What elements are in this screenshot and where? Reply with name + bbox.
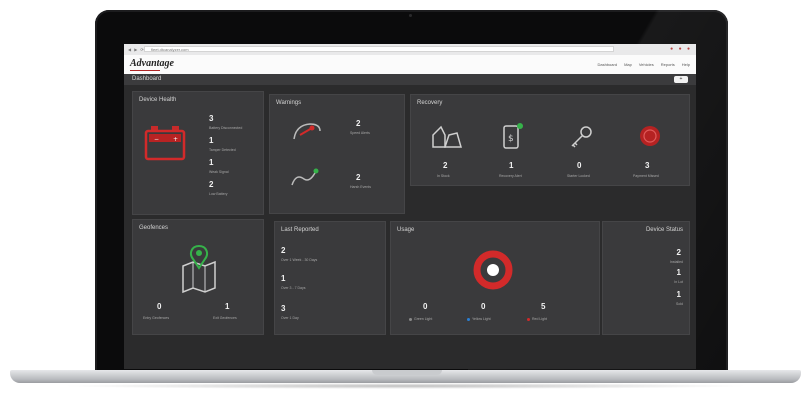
nav-item[interactable]: Vehicles	[639, 62, 654, 67]
count-value: 0	[423, 302, 428, 311]
count-label: In Stock	[437, 174, 450, 178]
panel-title: Warnings	[276, 100, 302, 106]
count-label: In Lot	[674, 280, 683, 284]
legend-label: Yellow Light	[472, 317, 491, 321]
speedometer-icon	[293, 123, 321, 140]
count-value: 1	[209, 158, 214, 167]
nav-item[interactable]: Dashboard	[597, 62, 617, 67]
page-header: Dashboard +	[124, 74, 696, 85]
legend-item: Green Light	[409, 317, 432, 321]
top-nav: Dashboard Map Vehicles Reports Help	[597, 62, 690, 67]
count-label: Battery Disconnected	[209, 126, 243, 130]
count-value: 2	[281, 246, 286, 255]
key-icon	[571, 126, 592, 148]
laptop-notch	[372, 370, 442, 375]
car-battery-icon: − +	[144, 126, 186, 161]
recovery-panel[interactable]: Recovery $ 2 In Stock 1 Recovery Alert 0…	[410, 94, 690, 186]
panel-title: Device Status	[645, 227, 683, 233]
count-label: Low Battery	[209, 192, 228, 196]
browser-nav-icon[interactable]: ◀ ▶ ⟳	[128, 47, 145, 52]
legend-item: Red Light	[527, 317, 547, 321]
count-value: 2	[676, 248, 681, 257]
count-value: 1	[225, 302, 230, 311]
address-bar[interactable]: fleet.dtcanalyzer.com	[144, 46, 614, 52]
phone-alert-icon: $	[503, 123, 523, 149]
count-value: 2	[443, 161, 448, 170]
count-label: Sold	[675, 302, 683, 306]
count-label: Harsh Events	[350, 185, 372, 189]
count-value: 3	[645, 161, 650, 170]
logo-underline	[130, 70, 160, 71]
count-value: 0	[157, 302, 162, 311]
device-status-panel[interactable]: Device Status 2 Installed 1 In Lot 1 Sol…	[602, 221, 690, 335]
legend-swatch	[409, 317, 412, 321]
usage-donut-chart	[473, 250, 513, 290]
count-value: 0	[481, 302, 486, 311]
legend-swatch	[467, 317, 470, 321]
map-pin-icon	[182, 244, 216, 294]
app-header: Advantage Dashboard Map Vehicles Reports…	[124, 55, 696, 74]
count-value: 1	[676, 290, 681, 299]
usage-divider	[386, 221, 390, 335]
count-label: Recovery Alert	[499, 174, 522, 178]
count-value: 1	[281, 274, 286, 283]
svg-text:$: $	[508, 134, 514, 144]
panel-title: Geofences	[139, 225, 169, 231]
legend-swatch	[527, 317, 530, 321]
count-value: 1	[676, 268, 681, 277]
count-label: Entry Geofences	[143, 316, 170, 320]
count-label: Speed Alerts	[350, 131, 370, 135]
camera	[409, 14, 412, 17]
count-label: Weak Signal	[209, 170, 229, 174]
count-label: Over 1 Week - 30 Days	[281, 258, 318, 262]
last-reported-panel[interactable]: Last Reported 2 Over 1 Week - 30 Days 1 …	[274, 221, 386, 335]
count-value: 2	[356, 119, 361, 128]
usage-panel[interactable]: Usage 0 0 5 Green Light Yellow Light Red…	[390, 221, 600, 335]
count-label: Over 3 - 7 Days	[281, 286, 306, 290]
window-controls-icon[interactable]: ● ● ●	[670, 46, 692, 52]
count-value: 2	[209, 180, 214, 189]
geofences-panel[interactable]: Geofences 0 Entry Geofences 1 Exit Geofe…	[132, 219, 264, 335]
page-title: Dashboard	[132, 76, 162, 82]
legend-label: Red Light	[532, 317, 547, 321]
warnings-panel[interactable]: Warnings 2 Speed Alerts 2 Harsh Events	[269, 94, 405, 214]
nav-item[interactable]: Map	[624, 62, 632, 67]
panel-title: Device Health	[139, 97, 177, 103]
count-value: 5	[541, 302, 546, 311]
add-button[interactable]: +	[674, 76, 688, 83]
count-label: Exit Geofences	[213, 316, 237, 320]
laptop-screen: ◀ ▶ ⟳ fleet.dtcanalyzer.com ● ● ● Advant…	[124, 44, 696, 369]
brand-logo[interactable]: Advantage	[130, 58, 174, 71]
nav-item[interactable]: Reports	[661, 62, 675, 67]
payment-missed-icon	[640, 126, 660, 146]
legend-label: Green Light	[414, 317, 433, 321]
panel-title: Last Reported	[281, 227, 319, 233]
brand-logo-text: Advantage	[130, 58, 174, 69]
count-value: 2	[356, 173, 361, 182]
panel-title: Usage	[397, 227, 415, 233]
legend-item: Yellow Light	[467, 317, 491, 321]
svg-text:+: +	[173, 136, 178, 143]
count-value: 1	[509, 161, 514, 170]
count-value: 3	[209, 114, 214, 123]
count-label: Over 1 Day	[281, 316, 299, 320]
laptop-shadow	[60, 383, 751, 389]
harsh-event-icon	[291, 168, 319, 186]
tow-truck-icon	[432, 125, 462, 148]
count-value: 1	[209, 136, 214, 145]
count-label: Payment Missed	[633, 174, 659, 178]
svg-text:−: −	[154, 136, 159, 143]
panel-title: Recovery	[417, 100, 443, 106]
count-label: Tamper Detected	[209, 148, 236, 152]
count-value: 3	[281, 304, 286, 313]
count-label: Installed	[669, 260, 683, 264]
count-label: Starter Locked	[567, 174, 590, 178]
count-value: 0	[577, 161, 582, 170]
device-health-panel[interactable]: Device Health − + 3 Battery Disconnected…	[132, 91, 264, 215]
nav-item[interactable]: Help	[682, 62, 690, 67]
